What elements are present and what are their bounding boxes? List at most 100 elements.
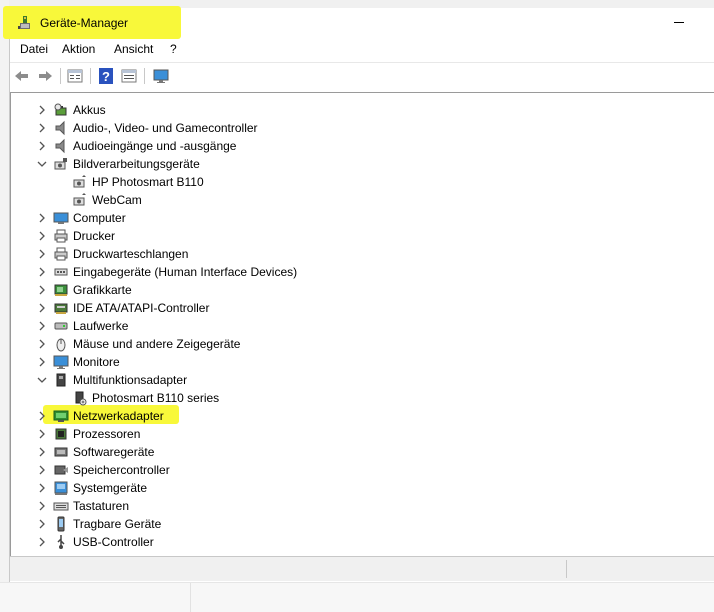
tree-item-label: Druckwarteschlangen bbox=[73, 247, 189, 261]
svg-text:?: ? bbox=[102, 69, 110, 84]
chevron-right-icon[interactable] bbox=[36, 356, 48, 368]
tree-item-laufwerke[interactable]: Laufwerke bbox=[11, 317, 711, 335]
tree-item-drucker[interactable]: Drucker bbox=[11, 227, 711, 245]
tree-item-ide-ata-atapi-controller[interactable]: IDE ATA/ATAPI-Controller bbox=[11, 299, 711, 317]
chevron-right-icon[interactable] bbox=[36, 104, 48, 116]
speaker-icon bbox=[55, 120, 65, 136]
keyboard-icon bbox=[53, 502, 69, 511]
forward-arrow-icon[interactable] bbox=[36, 67, 54, 85]
tree-item-tragbare-geräte[interactable]: Tragbare Geräte bbox=[11, 515, 711, 533]
chevron-right-icon[interactable] bbox=[36, 518, 48, 530]
speaker-icon bbox=[55, 138, 65, 154]
tree-item-label: Speichercontroller bbox=[73, 463, 170, 477]
tree-item-akkus[interactable]: Akkus bbox=[11, 101, 711, 119]
tree-item-label: Multifunktionsadapter bbox=[73, 373, 188, 387]
tree-device-item[interactable]: Photosmart B110 series bbox=[11, 389, 711, 407]
menu-aktion[interactable]: Aktion bbox=[60, 41, 97, 57]
tree-item-mäuse-und-andere-zeigegeräte[interactable]: Mäuse und andere Zeigegeräte bbox=[11, 335, 711, 353]
device-tree[interactable]: Akkus Audio-, Video- und Gamecontroller Au… bbox=[10, 92, 714, 557]
tree-item-label: Grafikkarte bbox=[73, 283, 132, 297]
chevron-right-icon[interactable] bbox=[36, 140, 48, 152]
chevron-right-icon[interactable] bbox=[36, 320, 48, 332]
tree-item-monitore[interactable]: Monitore bbox=[11, 353, 711, 371]
back-arrow-icon[interactable] bbox=[13, 67, 31, 85]
window-title: Geräte-Manager bbox=[40, 16, 129, 30]
tree-item-usb-controller[interactable]: USB-Controller bbox=[11, 533, 711, 551]
menu-help[interactable]: ? bbox=[168, 41, 179, 57]
tree-item-computer[interactable]: Computer bbox=[11, 209, 711, 227]
computer-icon bbox=[53, 212, 69, 224]
system-device-icon bbox=[54, 481, 68, 495]
tree-device-item[interactable]: WebCam bbox=[11, 191, 711, 209]
chevron-right-icon[interactable] bbox=[36, 482, 48, 494]
processor-icon bbox=[55, 428, 67, 440]
properties-icon[interactable] bbox=[66, 67, 84, 85]
monitor-icon[interactable] bbox=[152, 67, 170, 85]
camera-icon bbox=[54, 158, 67, 170]
tree-item-druckwarteschlangen[interactable]: Druckwarteschlangen bbox=[11, 245, 711, 263]
tree-item-prozessoren[interactable]: Prozessoren bbox=[11, 425, 711, 443]
tree-item-speichercontroller[interactable]: Speichercontroller bbox=[11, 461, 711, 479]
tree-item-label: Monitore bbox=[73, 355, 120, 369]
title-bar[interactable]: Geräte-Manager bbox=[3, 6, 714, 39]
tree-item-systemgeräte[interactable]: Systemgeräte bbox=[11, 479, 711, 497]
tree-item-label: Laufwerke bbox=[73, 319, 129, 333]
network-adapter-icon bbox=[53, 410, 69, 422]
tree-item-label: Systemgeräte bbox=[73, 481, 148, 495]
tree-item-audioeingänge-und-ausgänge[interactable]: Audioeingänge und -ausgänge bbox=[11, 137, 711, 155]
menu-bar: Datei Aktion Ansicht ? bbox=[10, 39, 714, 59]
chevron-down-icon[interactable] bbox=[36, 158, 48, 170]
tree-item-tastaturen[interactable]: Tastaturen bbox=[11, 497, 711, 515]
tree-item-label: Tastaturen bbox=[73, 499, 130, 513]
tree-item-softwaregeräte[interactable]: Softwaregeräte bbox=[11, 443, 711, 461]
tree-device-item[interactable]: HP Photosmart B110 bbox=[11, 173, 711, 191]
battery-icon bbox=[54, 103, 67, 116]
tree-item-label: Akkus bbox=[73, 103, 106, 117]
chevron-right-icon[interactable] bbox=[36, 248, 48, 260]
menu-datei[interactable]: Datei bbox=[18, 41, 50, 57]
minimize-button[interactable] bbox=[674, 22, 684, 23]
monitor-icon bbox=[53, 355, 69, 369]
chevron-right-icon[interactable] bbox=[36, 266, 48, 278]
chevron-right-icon[interactable] bbox=[36, 428, 48, 440]
storage-controller-icon bbox=[54, 465, 68, 475]
portable-device-icon bbox=[57, 516, 65, 532]
background-window-bottom bbox=[0, 582, 714, 612]
tree-item-eingabegeräte-human-interface-devices[interactable]: Eingabegeräte (Human Interface Devices) bbox=[11, 263, 711, 281]
tree-item-label: Bildverarbeitungsgeräte bbox=[73, 157, 200, 171]
details-view-icon[interactable] bbox=[120, 67, 138, 85]
chevron-right-icon[interactable] bbox=[36, 212, 48, 224]
tree-device-label: HP Photosmart B110 bbox=[92, 175, 204, 189]
tree-item-audio-video-und-gamecontroller[interactable]: Audio-, Video- und Gamecontroller bbox=[11, 119, 711, 137]
multifunction-device-icon bbox=[75, 391, 87, 406]
chevron-right-icon[interactable] bbox=[36, 302, 48, 314]
help-icon[interactable]: ? bbox=[97, 67, 115, 85]
tree-item-label: IDE ATA/ATAPI-Controller bbox=[73, 301, 210, 315]
menu-ansicht[interactable]: Ansicht bbox=[112, 41, 155, 57]
chevron-right-icon[interactable] bbox=[36, 284, 48, 296]
tree-item-label: Softwaregeräte bbox=[73, 445, 155, 459]
tree-item-bildverarbeitungsgeräte[interactable]: Bildverarbeitungsgeräte bbox=[11, 155, 711, 173]
chevron-right-icon[interactable] bbox=[36, 338, 48, 350]
chevron-right-icon[interactable] bbox=[36, 464, 48, 476]
chevron-right-icon[interactable] bbox=[36, 536, 48, 548]
tree-item-label: Audio-, Video- und Gamecontroller bbox=[73, 121, 258, 135]
chevron-right-icon[interactable] bbox=[36, 230, 48, 242]
chevron-right-icon[interactable] bbox=[36, 410, 48, 422]
chevron-right-icon[interactable] bbox=[36, 500, 48, 512]
mouse-icon bbox=[56, 338, 66, 352]
ide-controller-icon bbox=[54, 303, 68, 314]
tree-item-multifunktionsadapter[interactable]: Multifunktionsadapter bbox=[11, 371, 711, 389]
tree-item-label: Computer bbox=[73, 211, 126, 225]
chevron-down-icon[interactable] bbox=[36, 374, 48, 386]
tree-item-grafikkarte[interactable]: Grafikkarte bbox=[11, 281, 711, 299]
software-device-icon bbox=[54, 447, 68, 457]
tree-item-netzwerkadapter[interactable]: Netzwerkadapter bbox=[11, 407, 711, 425]
tree-item-label: Prozessoren bbox=[73, 427, 141, 441]
multifunction-icon bbox=[56, 373, 66, 387]
disk-drive-icon bbox=[54, 322, 68, 330]
chevron-right-icon[interactable] bbox=[36, 446, 48, 458]
tree-item-label: Mäuse und andere Zeigegeräte bbox=[73, 337, 241, 351]
tree-item-label: USB-Controller bbox=[73, 535, 154, 549]
chevron-right-icon[interactable] bbox=[36, 122, 48, 134]
